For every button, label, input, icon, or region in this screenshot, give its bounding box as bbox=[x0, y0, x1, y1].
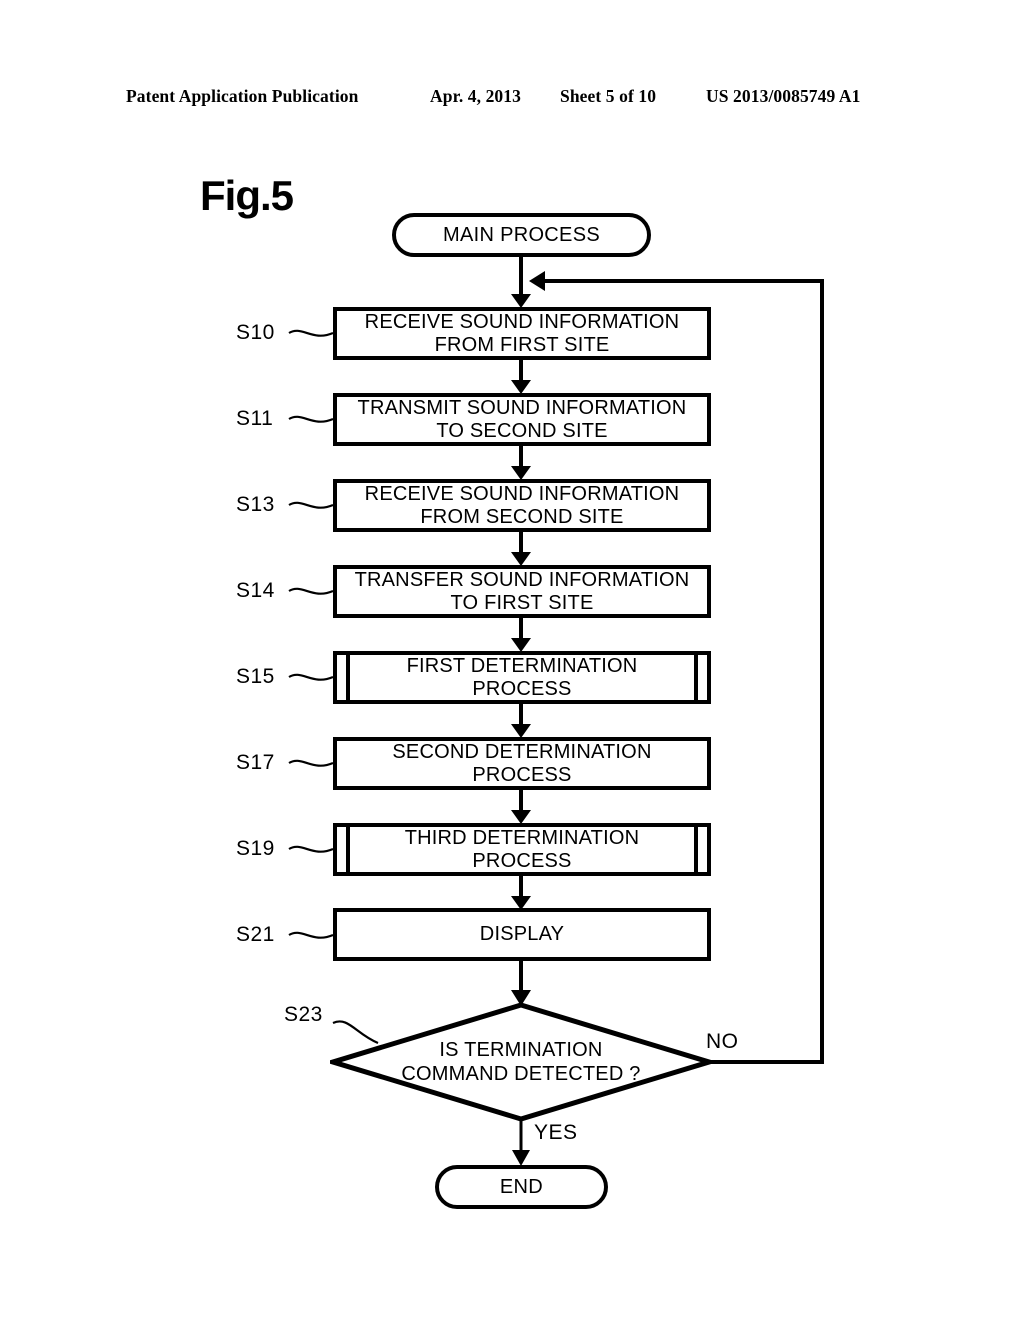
flow-node-s19-line1: THIRD DETERMINATION bbox=[404, 826, 640, 849]
step-label-s17: S17 bbox=[236, 751, 275, 774]
step-label-s15: S15 bbox=[236, 665, 275, 688]
flow-node-s11-line2: TO SECOND SITE bbox=[436, 419, 608, 442]
flow-node-start-label: MAIN PROCESS bbox=[443, 223, 600, 246]
flow-node-s17-line1: SECOND DETERMINATION bbox=[392, 740, 652, 763]
flow-node-s23-decision[interactable]: IS TERMINATION COMMAND DETECTED ? bbox=[324, 1002, 718, 1122]
flow-node-s15-line2: PROCESS bbox=[472, 677, 572, 700]
branch-label-no: NO bbox=[706, 1030, 739, 1053]
flow-node-s15-line1: FIRST DETERMINATION bbox=[406, 654, 638, 677]
flow-node-end-label: END bbox=[499, 1175, 544, 1198]
flow-node-s23-line1: IS TERMINATION bbox=[439, 1039, 603, 1061]
flow-node-s19[interactable]: THIRD DETERMINATION PROCESS bbox=[333, 823, 711, 876]
flow-node-s13-line1: RECEIVE SOUND INFORMATION bbox=[364, 482, 680, 505]
flow-node-s17-line2: PROCESS bbox=[472, 763, 572, 786]
flow-node-s21[interactable]: DISPLAY bbox=[333, 908, 711, 961]
step-label-s13: S13 bbox=[236, 493, 275, 516]
flow-node-s17[interactable]: SECOND DETERMINATION PROCESS bbox=[333, 737, 711, 790]
step-label-s11: S11 bbox=[236, 407, 274, 430]
flow-node-s10-line2: FROM FIRST SITE bbox=[434, 333, 610, 356]
flow-node-s15[interactable]: FIRST DETERMINATION PROCESS bbox=[333, 651, 711, 704]
flow-node-s13-line2: FROM SECOND SITE bbox=[420, 505, 624, 528]
flow-node-s21-line1: DISPLAY bbox=[479, 923, 565, 945]
flow-node-s14[interactable]: TRANSFER SOUND INFORMATION TO FIRST SITE bbox=[333, 565, 711, 618]
flow-node-start[interactable]: MAIN PROCESS bbox=[392, 213, 651, 257]
step-label-s23: S23 bbox=[284, 1003, 323, 1026]
flow-node-s14-line1: TRANSFER SOUND INFORMATION bbox=[354, 568, 690, 591]
flow-node-s11-line1: TRANSMIT SOUND INFORMATION bbox=[357, 396, 687, 419]
flow-node-s10[interactable]: RECEIVE SOUND INFORMATION FROM FIRST SIT… bbox=[333, 307, 711, 360]
flow-node-s10-line1: RECEIVE SOUND INFORMATION bbox=[364, 310, 680, 333]
branch-label-yes: YES bbox=[534, 1121, 578, 1144]
flow-node-s11[interactable]: TRANSMIT SOUND INFORMATION TO SECOND SIT… bbox=[333, 393, 711, 446]
step-label-s19: S19 bbox=[236, 837, 275, 860]
flow-node-s19-line2: PROCESS bbox=[472, 849, 572, 872]
flow-node-s23-line2: COMMAND DETECTED ? bbox=[401, 1063, 641, 1085]
step-label-s10: S10 bbox=[236, 321, 275, 344]
flow-node-s14-line2: TO FIRST SITE bbox=[450, 591, 594, 614]
step-label-s14: S14 bbox=[236, 579, 275, 602]
step-label-s21: S21 bbox=[236, 923, 275, 946]
flow-node-s13[interactable]: RECEIVE SOUND INFORMATION FROM SECOND SI… bbox=[333, 479, 711, 532]
flowchart-diagram: MAIN PROCESS RECEIVE SOUND INFORMATION F… bbox=[0, 0, 1024, 1320]
flow-node-end[interactable]: END bbox=[435, 1165, 608, 1209]
